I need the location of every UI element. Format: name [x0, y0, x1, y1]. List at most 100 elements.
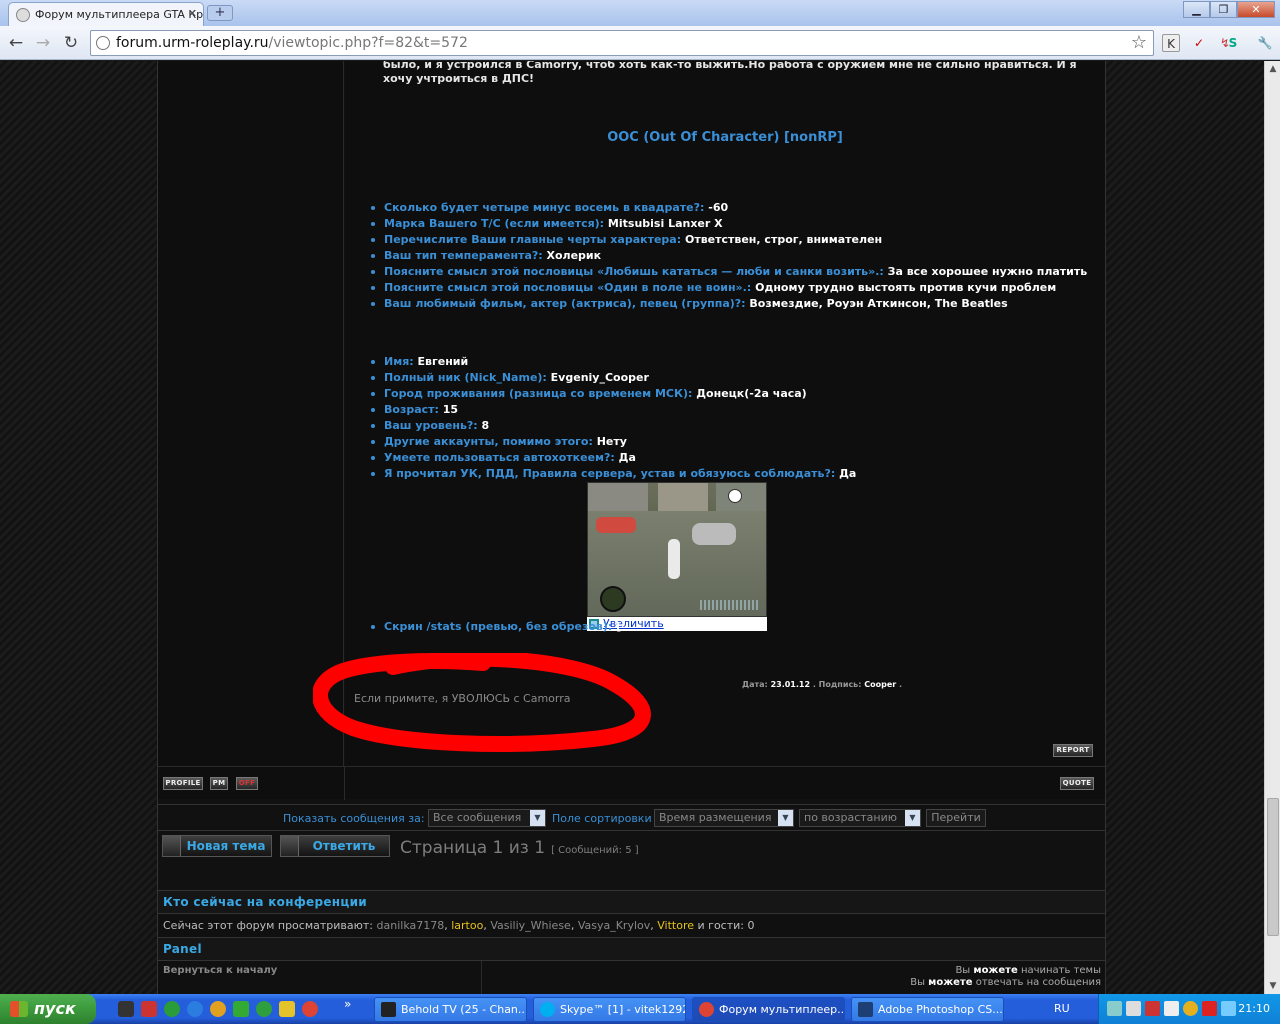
user-link[interactable]: Vasiliy_Whiese [490, 919, 571, 932]
offline-status-button: OFF [236, 777, 258, 790]
chevron-down-icon: ▼ [905, 810, 920, 826]
scroll-thumb[interactable] [1267, 798, 1279, 936]
vertical-scrollbar[interactable]: ▲ ▼ [1264, 61, 1280, 994]
wrench-menu-icon[interactable]: 🔧 [1256, 34, 1274, 52]
back-to-top-link[interactable]: Вернуться к началу [163, 965, 277, 976]
list-item: Имя: Евгений [369, 354, 1099, 370]
quicklaunch-media-icon[interactable] [210, 1001, 226, 1017]
url-host: forum.urm-roleplay.ru [116, 35, 269, 51]
ooc-heading: OOC (Out Of Character) [nonRP] [607, 130, 843, 145]
quicklaunch-app2-icon[interactable] [233, 1001, 249, 1017]
permission-line: Вы можете отвечать на сообщения [910, 977, 1101, 988]
task-skype[interactable]: Skype™ [1] - vitek1292 [533, 997, 686, 1022]
hud-icon [728, 489, 742, 503]
task-photoshop[interactable]: Adobe Photoshop CS... [851, 997, 1004, 1022]
tray-antivirus-icon[interactable] [1145, 1001, 1160, 1016]
tray-volume-icon[interactable] [1164, 1001, 1179, 1016]
list-item: Ваш уровень?: 8 [369, 418, 1099, 434]
personal-list: Имя: Евгений Полный ник (Nick_Name): Evg… [369, 354, 1099, 482]
quicklaunch-chrome-icon[interactable] [302, 1001, 318, 1017]
close-window-button[interactable]: ✕ [1237, 1, 1275, 18]
windows-flag-icon [10, 1001, 28, 1017]
list-item: Возраст: 15 [369, 402, 1099, 418]
profile-button[interactable]: PROFILE [163, 777, 203, 790]
list-item: Сколько будет четыре минус восемь в квад… [369, 200, 1099, 216]
extension-s-icon[interactable]: S [1224, 34, 1242, 52]
minimize-button[interactable]: ▁ [1183, 1, 1210, 18]
clock: 21:10 [1238, 1002, 1270, 1015]
new-topic-button[interactable]: Новая тема [162, 835, 272, 857]
tray-network-icon[interactable] [1107, 1001, 1122, 1016]
list-item: Ваш тип темперамента?: Холерик [369, 248, 1099, 264]
post-date-line: Дата: 23.01.12 . Подпись: Cooper . [742, 680, 903, 689]
list-item: Перечислите Ваши главные черты характера… [369, 232, 1099, 248]
tv-icon [381, 1002, 396, 1017]
quicklaunch-save-icon[interactable] [141, 1001, 157, 1017]
reload-button[interactable]: ↻ [60, 32, 82, 54]
user-link[interactable]: danilka7178 [377, 919, 445, 932]
user-link[interactable]: lartoo [451, 919, 483, 932]
red-car-image [596, 517, 636, 533]
post-count: [ Сообщений: 5 ] [551, 845, 639, 856]
tray-status-icon[interactable] [1183, 1001, 1198, 1016]
list-item: Полный ник (Nick_Name): Evgeniy_Cooper [369, 370, 1099, 386]
system-tray: 21:10 [1098, 994, 1280, 1024]
task-behold-tv[interactable]: Behold TV (25 - Chan... [374, 997, 527, 1022]
quicklaunch-ie-icon[interactable] [187, 1001, 203, 1017]
quicklaunch-tv-icon[interactable] [118, 1001, 134, 1017]
skype-icon [540, 1002, 555, 1017]
post-body: было, и я устроился в Camorry, чтоб хоть… [313, 61, 1105, 766]
forward-button[interactable]: → [32, 32, 54, 54]
scroll-down-icon[interactable]: ▼ [1265, 978, 1280, 994]
browser-tab[interactable]: Форум мультиплеера GTA Кр ✕ [8, 2, 204, 26]
pm-button[interactable]: PM [210, 777, 228, 790]
maximize-button[interactable]: ❐ [1210, 1, 1237, 18]
user-link[interactable]: Vasya_Krylov [578, 919, 650, 932]
chevron-down-icon: ▼ [778, 810, 793, 826]
player-character-image [668, 539, 680, 579]
sort-order-select[interactable]: по возрастанию ▼ [799, 809, 921, 827]
quicklaunch-utorrent-icon[interactable] [256, 1001, 272, 1017]
task-chrome-forum[interactable]: Форум мультиплеер... [692, 997, 845, 1022]
sort-bar: Показать сообщения за: Все сообщения ▼ П… [158, 804, 1105, 831]
report-button[interactable]: REPORT [1053, 744, 1093, 757]
list-item: Я прочитал УК, ПДД, Правила сервера, уст… [369, 466, 1099, 482]
scroll-up-icon[interactable]: ▲ [1265, 61, 1280, 77]
language-indicator[interactable]: RU [1054, 1002, 1070, 1015]
screenshot-list: Скрин /stats (превью, без обрезов): [ [369, 619, 1099, 635]
show-posts-select[interactable]: Все сообщения ▼ [428, 809, 546, 827]
tray-ati-icon[interactable] [1202, 1001, 1217, 1016]
title-bar: Форум мультиплеера GTA Кр ✕ + ▁ ❐ ✕ [0, 0, 1280, 26]
list-item: Другие аккаунты, помимо этого: Нету [369, 434, 1099, 450]
quicklaunch-app3-icon[interactable] [279, 1001, 295, 1017]
tab-title: Форум мультиплеера GTA Кр [35, 8, 204, 21]
start-button[interactable]: пуск [0, 994, 96, 1024]
quicklaunch-app-icon[interactable] [164, 1001, 180, 1017]
extension-k-icon[interactable]: K [1162, 34, 1180, 52]
list-item: Скрин /stats (превью, без обрезов): [ [369, 619, 1099, 635]
address-bar[interactable]: forum.urm-roleplay.ru/viewtopic.php?f=82… [90, 30, 1154, 56]
sort-field-select[interactable]: Время размещения ▼ [654, 809, 794, 827]
back-button[interactable]: ← [5, 32, 27, 54]
permission-line: Вы можете начинать темы [955, 965, 1101, 976]
new-tab-button[interactable]: + [207, 5, 233, 21]
quicklaunch-more-icon[interactable]: » [344, 997, 360, 1013]
quote-button[interactable]: QUOTE [1060, 777, 1094, 790]
background-pattern-left [0, 61, 157, 994]
photoshop-icon [858, 1002, 873, 1017]
bookmark-star-icon[interactable]: ☆ [1131, 32, 1147, 53]
tray-display-icon[interactable] [1221, 1001, 1236, 1016]
extension-check-icon[interactable]: ✓ [1190, 34, 1208, 52]
post-footer: PROFILE PM OFF QUOTE [158, 766, 1105, 800]
tab-close-icon[interactable]: ✕ [188, 7, 197, 20]
stats-screenshot-thumbnail[interactable] [587, 482, 767, 617]
list-item: Поясните смысл этой пословицы «Любишь ка… [369, 264, 1099, 280]
user-link[interactable]: Vittore [657, 919, 694, 932]
list-item: Ваш любимый фильм, актер (актриса), певе… [369, 296, 1099, 312]
go-button[interactable]: Перейти [926, 809, 986, 827]
tray-app-icon[interactable] [1126, 1001, 1141, 1016]
list-item: Город проживания (разница со временем МС… [369, 386, 1099, 402]
pagination-info: Страница 1 из 1[ Сообщений: 5 ] [400, 838, 639, 858]
list-item: Поясните смысл этой пословицы «Один в по… [369, 280, 1099, 296]
reply-button[interactable]: Ответить [280, 835, 390, 857]
